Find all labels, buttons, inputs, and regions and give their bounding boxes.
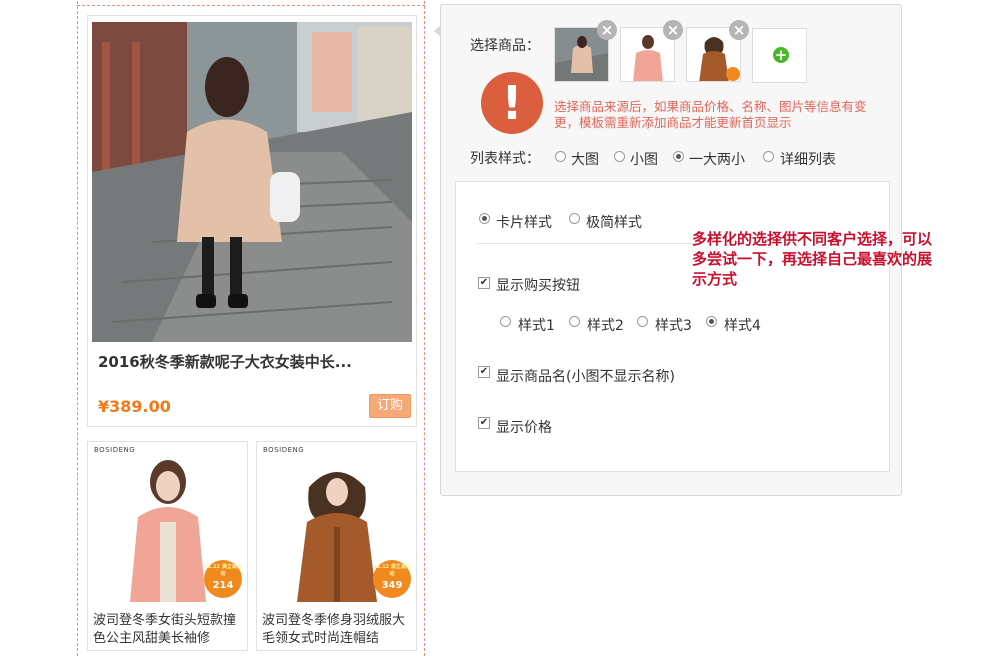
list-style-radio[interactable] [763,151,774,162]
featured-product-title: 2016秋冬季新款呢子大衣女装中长... [98,353,352,371]
warning-message: 选择商品来源后，如果商品价格、名称、图片等信息有变更，模板需重新添加商品才能更新… [554,99,867,130]
price-badge: 12.12 满立减活动 214 [204,560,242,598]
preview-top-border [77,5,425,6]
show-name-label: 显示商品名(小图不显示名称) [496,369,675,385]
list-style-option[interactable]: 小图 [630,149,658,169]
brand-logo: BOSIDENG [94,446,136,454]
add-product-button[interactable]: + [752,28,807,83]
show-buy-button-label: 显示购买按钮 [496,278,580,294]
small-product-card[interactable]: BOSIDENG 12.12 满立减活动 349 波司登冬季修身羽绒服大毛领女式… [256,441,417,651]
card-style-option[interactable]: 极简样式 [586,212,642,232]
list-style-label: 列表样式： [470,151,540,167]
buy-style-radio[interactable] [637,316,648,327]
brand-logo: BOSIDENG [263,446,305,454]
list-style-radio[interactable] [673,151,684,162]
buy-style-option[interactable]: 样式3 [655,315,692,335]
featured-product-price: ¥389.00 [98,397,171,416]
buy-style-radio[interactable] [569,316,580,327]
buy-style-radio[interactable] [706,316,717,327]
list-style-option[interactable]: 详细列表 [780,149,836,169]
small-product-image: BOSIDENG 12.12 满立减活动 349 [257,442,416,602]
warning-icon: ! [481,72,543,134]
select-products-label: 选择商品： [470,38,540,54]
small-product-image: BOSIDENG 12.12 满立减活动 214 [88,442,247,602]
list-style-option[interactable]: 一大两小 [689,149,745,169]
small-product-card[interactable]: BOSIDENG 12.12 满立减活动 214 波司登冬季女街头短款撞色公主风… [87,441,248,651]
buy-style-option[interactable]: 样式4 [724,315,761,335]
show-buy-button-checkbox[interactable]: ✔ [478,277,490,289]
card-style-radio[interactable] [569,213,580,224]
buy-style-option[interactable]: 样式2 [587,315,624,335]
list-style-radio[interactable] [614,151,625,162]
small-product-name: 波司登冬季修身羽绒服大毛领女式时尚连帽结 [262,613,406,646]
show-price-checkbox[interactable]: ✔ [478,417,490,429]
small-product-name: 波司登冬季女街头短款撞色公主风甜美长袖修 [93,613,237,646]
show-name-checkbox[interactable]: ✔ [478,366,490,378]
show-price-label: 显示价格 [496,420,552,436]
list-style-option[interactable]: 大图 [571,149,599,169]
options-divider [477,243,697,244]
price-badge: 12.12 满立减活动 349 [373,560,411,598]
annotation-note: 多样化的选择供不同客户选择，可以多尝试一下，再选择自己最喜欢的展示方式 [692,230,933,288]
buy-style-radio[interactable] [500,316,511,327]
remove-product-icon[interactable]: × [597,20,617,40]
card-style-option[interactable]: 卡片样式 [496,212,552,232]
list-style-radio[interactable] [555,151,566,162]
featured-product-image [92,22,412,342]
card-style-radio[interactable] [479,213,490,224]
buy-style-option[interactable]: 样式1 [518,315,555,335]
plus-icon: + [773,46,789,64]
order-button[interactable]: 订购 [369,394,411,418]
featured-product-card[interactable]: 2016秋冬季新款呢子大衣女装中长... ¥389.00 订购 [87,15,417,427]
remove-product-icon[interactable]: × [729,20,749,40]
remove-product-icon[interactable]: × [663,20,683,40]
